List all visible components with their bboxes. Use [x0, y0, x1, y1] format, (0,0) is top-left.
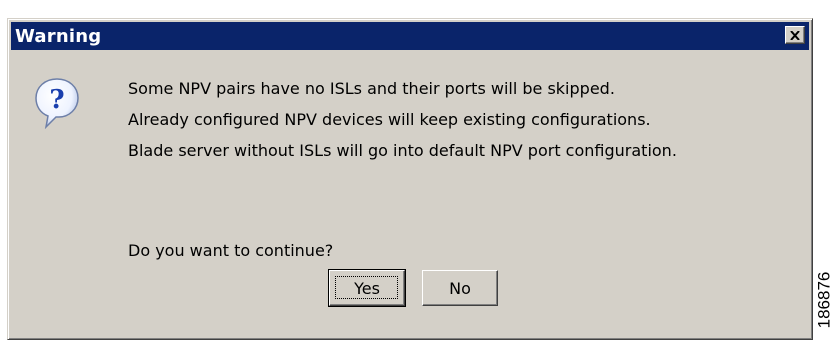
- close-button[interactable]: [785, 26, 805, 44]
- no-button[interactable]: No: [422, 270, 498, 306]
- message-line: Blade server without ISLs will go into d…: [128, 141, 677, 160]
- yes-button[interactable]: Yes: [328, 269, 406, 307]
- yes-button-label: Yes: [354, 278, 380, 298]
- message-text: Some NPV pairs have no ISLs and their po…: [128, 75, 677, 168]
- message-line: Some NPV pairs have no ISLs and their po…: [128, 79, 615, 98]
- warning-dialog: Warning ? Some NPV pairs have no ISLs an…: [7, 18, 813, 340]
- svg-text:?: ?: [49, 85, 64, 115]
- question-icon: ?: [35, 78, 79, 129]
- message-line: Already configured NPV devices will keep…: [128, 110, 651, 129]
- continue-prompt: Do you want to continue?: [128, 241, 334, 260]
- close-icon: [790, 30, 800, 40]
- dialog-title: Warning: [15, 25, 102, 47]
- figure-id-text: 186876: [814, 271, 834, 329]
- no-button-label: No: [449, 278, 471, 298]
- title-bar: Warning: [11, 22, 809, 50]
- figure-id: 186876: [813, 250, 835, 350]
